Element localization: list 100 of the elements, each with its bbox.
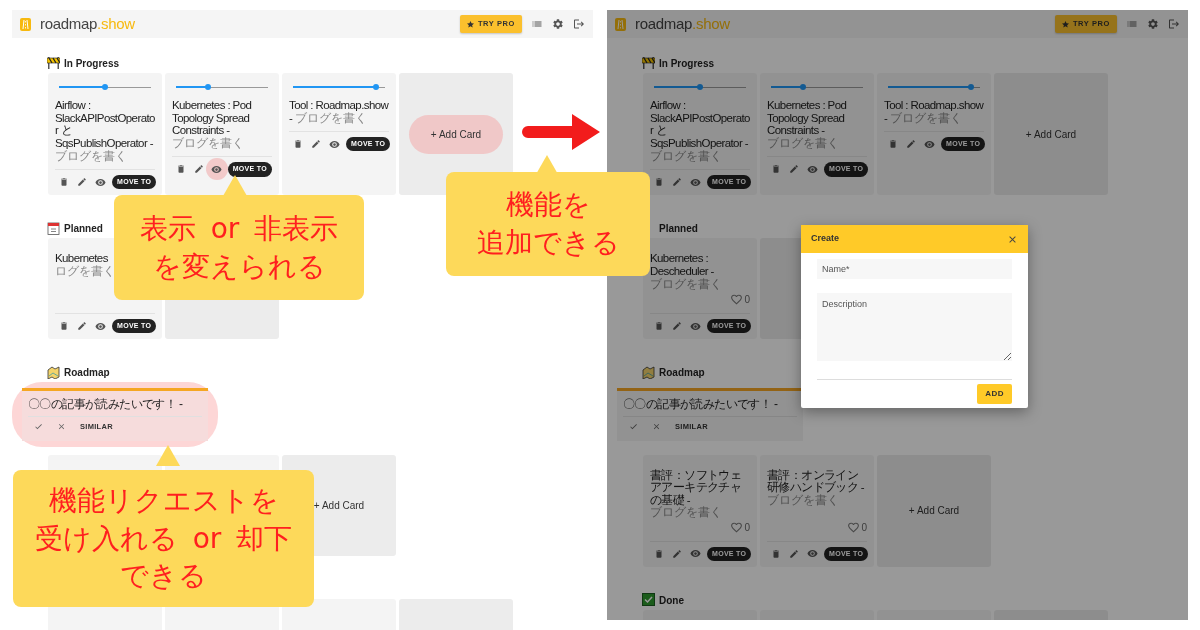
- slider-thumb[interactable]: [372, 84, 379, 90]
- delete-button[interactable]: [888, 139, 898, 150]
- section-title: Roadmap: [659, 366, 705, 381]
- edit-button[interactable]: [77, 321, 87, 331]
- close-icon: [652, 422, 661, 432]
- logout-button[interactable]: [1168, 18, 1180, 30]
- callout-text: を変えられる: [152, 248, 326, 285]
- settings-icon: [552, 18, 564, 30]
- eye-icon: [690, 548, 701, 560]
- edit-button[interactable]: [672, 548, 682, 559]
- delete-button[interactable]: [59, 177, 69, 187]
- reject-button[interactable]: [652, 422, 661, 432]
- view-toggle-button[interactable]: [690, 548, 701, 560]
- request-text: 〇〇の記事が読みたいです！ -: [623, 395, 797, 418]
- map-icon: [47, 365, 60, 379]
- pencil-icon: [77, 321, 87, 331]
- slider-thumb[interactable]: [800, 84, 807, 90]
- logo-icon: [615, 17, 626, 31]
- heart-icon: [730, 520, 744, 534]
- settings-button[interactable]: [552, 18, 564, 30]
- like-count: 0: [861, 520, 867, 535]
- star-icon: [1061, 20, 1069, 28]
- trash-icon: [654, 177, 664, 187]
- edit-button[interactable]: [906, 139, 916, 150]
- eye-icon: [211, 163, 223, 175]
- heart-icon: [847, 520, 861, 534]
- callout-pointer: [156, 445, 180, 466]
- accept-button[interactable]: [629, 422, 638, 432]
- eye-icon: [329, 138, 340, 150]
- edit-button[interactable]: [194, 164, 204, 175]
- logout-button[interactable]: [573, 18, 585, 30]
- pencil-icon: [789, 164, 799, 175]
- delete-button[interactable]: [654, 177, 664, 187]
- view-toggle-button[interactable]: [807, 163, 818, 175]
- view-toggle-button[interactable]: [95, 320, 106, 332]
- edit-button[interactable]: [672, 321, 682, 331]
- view-toggle-button[interactable]: [924, 138, 935, 150]
- view-toggle-button[interactable]: [206, 158, 228, 181]
- delete-button[interactable]: [176, 164, 186, 175]
- eye-icon: [690, 320, 701, 332]
- eye-icon: [95, 320, 106, 332]
- section-title: Done: [659, 594, 684, 609]
- accept-button[interactable]: [34, 422, 43, 432]
- delete-button[interactable]: [771, 548, 781, 559]
- callout-text: 機能を: [505, 187, 591, 224]
- trash-icon: [654, 548, 664, 559]
- edit-button[interactable]: [789, 164, 799, 175]
- callout-text: 機能リクエストを: [48, 482, 279, 519]
- pencil-icon: [789, 548, 799, 559]
- description-field[interactable]: Description: [817, 293, 1012, 361]
- trash-icon: [771, 164, 781, 175]
- delete-button[interactable]: [59, 321, 69, 331]
- slider-thumb[interactable]: [205, 84, 212, 90]
- check-icon: [629, 422, 638, 432]
- star-icon: [466, 20, 474, 28]
- logo-text: roadmap.show: [635, 13, 730, 34]
- add-card-button[interactable]: + Add Card: [408, 114, 504, 154]
- add-button[interactable]: ADD: [977, 384, 1012, 404]
- barrier-icon: [47, 56, 60, 70]
- logo-text: roadmap.show: [40, 13, 135, 34]
- view-toggle-button[interactable]: [807, 548, 818, 560]
- edit-button[interactable]: [672, 177, 682, 187]
- delete-button[interactable]: [771, 164, 781, 175]
- delete-button[interactable]: [654, 321, 664, 331]
- pencil-icon: [672, 177, 682, 187]
- settings-icon: [1147, 18, 1159, 30]
- heart-icon: [730, 292, 744, 306]
- edit-button[interactable]: [77, 177, 87, 187]
- settings-button[interactable]: [1147, 18, 1159, 30]
- view-toggle-button[interactable]: [690, 176, 701, 188]
- like-button[interactable]: [730, 520, 744, 534]
- edit-button[interactable]: [311, 139, 321, 150]
- add-card-button[interactable]: + Add Card: [313, 497, 365, 513]
- edit-button[interactable]: [789, 548, 799, 559]
- slider-thumb[interactable]: [697, 84, 703, 90]
- like-button[interactable]: [847, 520, 861, 534]
- reject-button[interactable]: [57, 422, 66, 432]
- add-card-button[interactable]: + Add Card: [1025, 126, 1077, 142]
- card-title: Kubernetes : Pod Topology Spread Constraints - ブログを書く: [172, 99, 253, 151]
- slider-thumb[interactable]: [102, 84, 108, 90]
- delete-button[interactable]: [654, 548, 664, 559]
- checkbox-icon: [642, 593, 655, 607]
- callout-text: できる: [120, 558, 207, 595]
- view-toggle-button[interactable]: [95, 176, 106, 188]
- like-button[interactable]: [730, 292, 744, 306]
- eye-icon: [924, 138, 935, 150]
- section-title: Planned: [64, 222, 103, 237]
- trash-icon: [176, 164, 186, 175]
- trash-icon: [654, 321, 664, 331]
- pencil-icon: [194, 164, 204, 175]
- callout-text: 追加できる: [476, 225, 620, 261]
- view-toggle-button[interactable]: [329, 138, 340, 150]
- view-toggle-button[interactable]: [690, 320, 701, 332]
- close-icon: [57, 422, 66, 432]
- trash-icon: [888, 139, 898, 150]
- delete-button[interactable]: [293, 139, 303, 150]
- slider-thumb[interactable]: [967, 84, 974, 90]
- logo-icon: [20, 17, 31, 31]
- add-card-button[interactable]: + Add Card: [908, 503, 960, 519]
- name-field[interactable]: Name*: [817, 259, 1012, 279]
